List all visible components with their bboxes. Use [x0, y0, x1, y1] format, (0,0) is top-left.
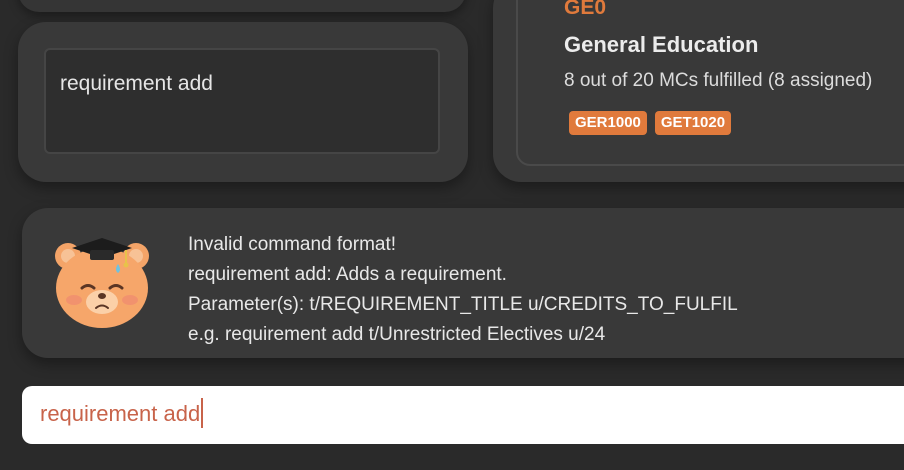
- command-input-value: requirement add: [40, 400, 201, 426]
- result-line: Invalid command format!: [188, 234, 397, 255]
- requirement-card[interactable]: GE0 General Education 8 out of 20 MCs fu…: [516, 0, 904, 166]
- requirement-progress: 8 out of 20 MCs fulfilled (8 assigned): [564, 70, 873, 91]
- module-tag-list: GER1000 GET1020: [569, 111, 732, 135]
- previous-panel-edge: [18, 0, 466, 12]
- result-line: requirement add: Adds a requirement.: [188, 264, 507, 285]
- result-line: e.g. requirement add t/Unrestricted Elec…: [188, 324, 606, 345]
- result-line: Parameter(s): t/REQUIREMENT_TITLE u/CRED…: [188, 294, 738, 315]
- requirement-list-panel: GE0 General Education 8 out of 20 MCs fu…: [493, 0, 904, 182]
- graduation-bear-icon: [55, 238, 149, 328]
- result-message: Invalid command format! requirement add:…: [188, 230, 738, 350]
- command-echo-panel: requirement add: [18, 22, 468, 182]
- app-window: requirement add GE0 General Education 8 …: [0, 0, 904, 470]
- result-display: Invalid command format! requirement add:…: [22, 208, 904, 358]
- requirement-title: General Education: [564, 32, 759, 57]
- module-tag: GER1000: [569, 111, 647, 135]
- command-input-text[interactable]: requirement add: [40, 398, 204, 430]
- command-input[interactable]: requirement add: [22, 386, 904, 444]
- requirement-code: GE0: [564, 0, 607, 19]
- module-tag: GET1020: [654, 111, 732, 135]
- command-echo-text: requirement add: [60, 72, 213, 95]
- text-cursor: [201, 398, 204, 428]
- command-echo-box: requirement add: [44, 48, 440, 154]
